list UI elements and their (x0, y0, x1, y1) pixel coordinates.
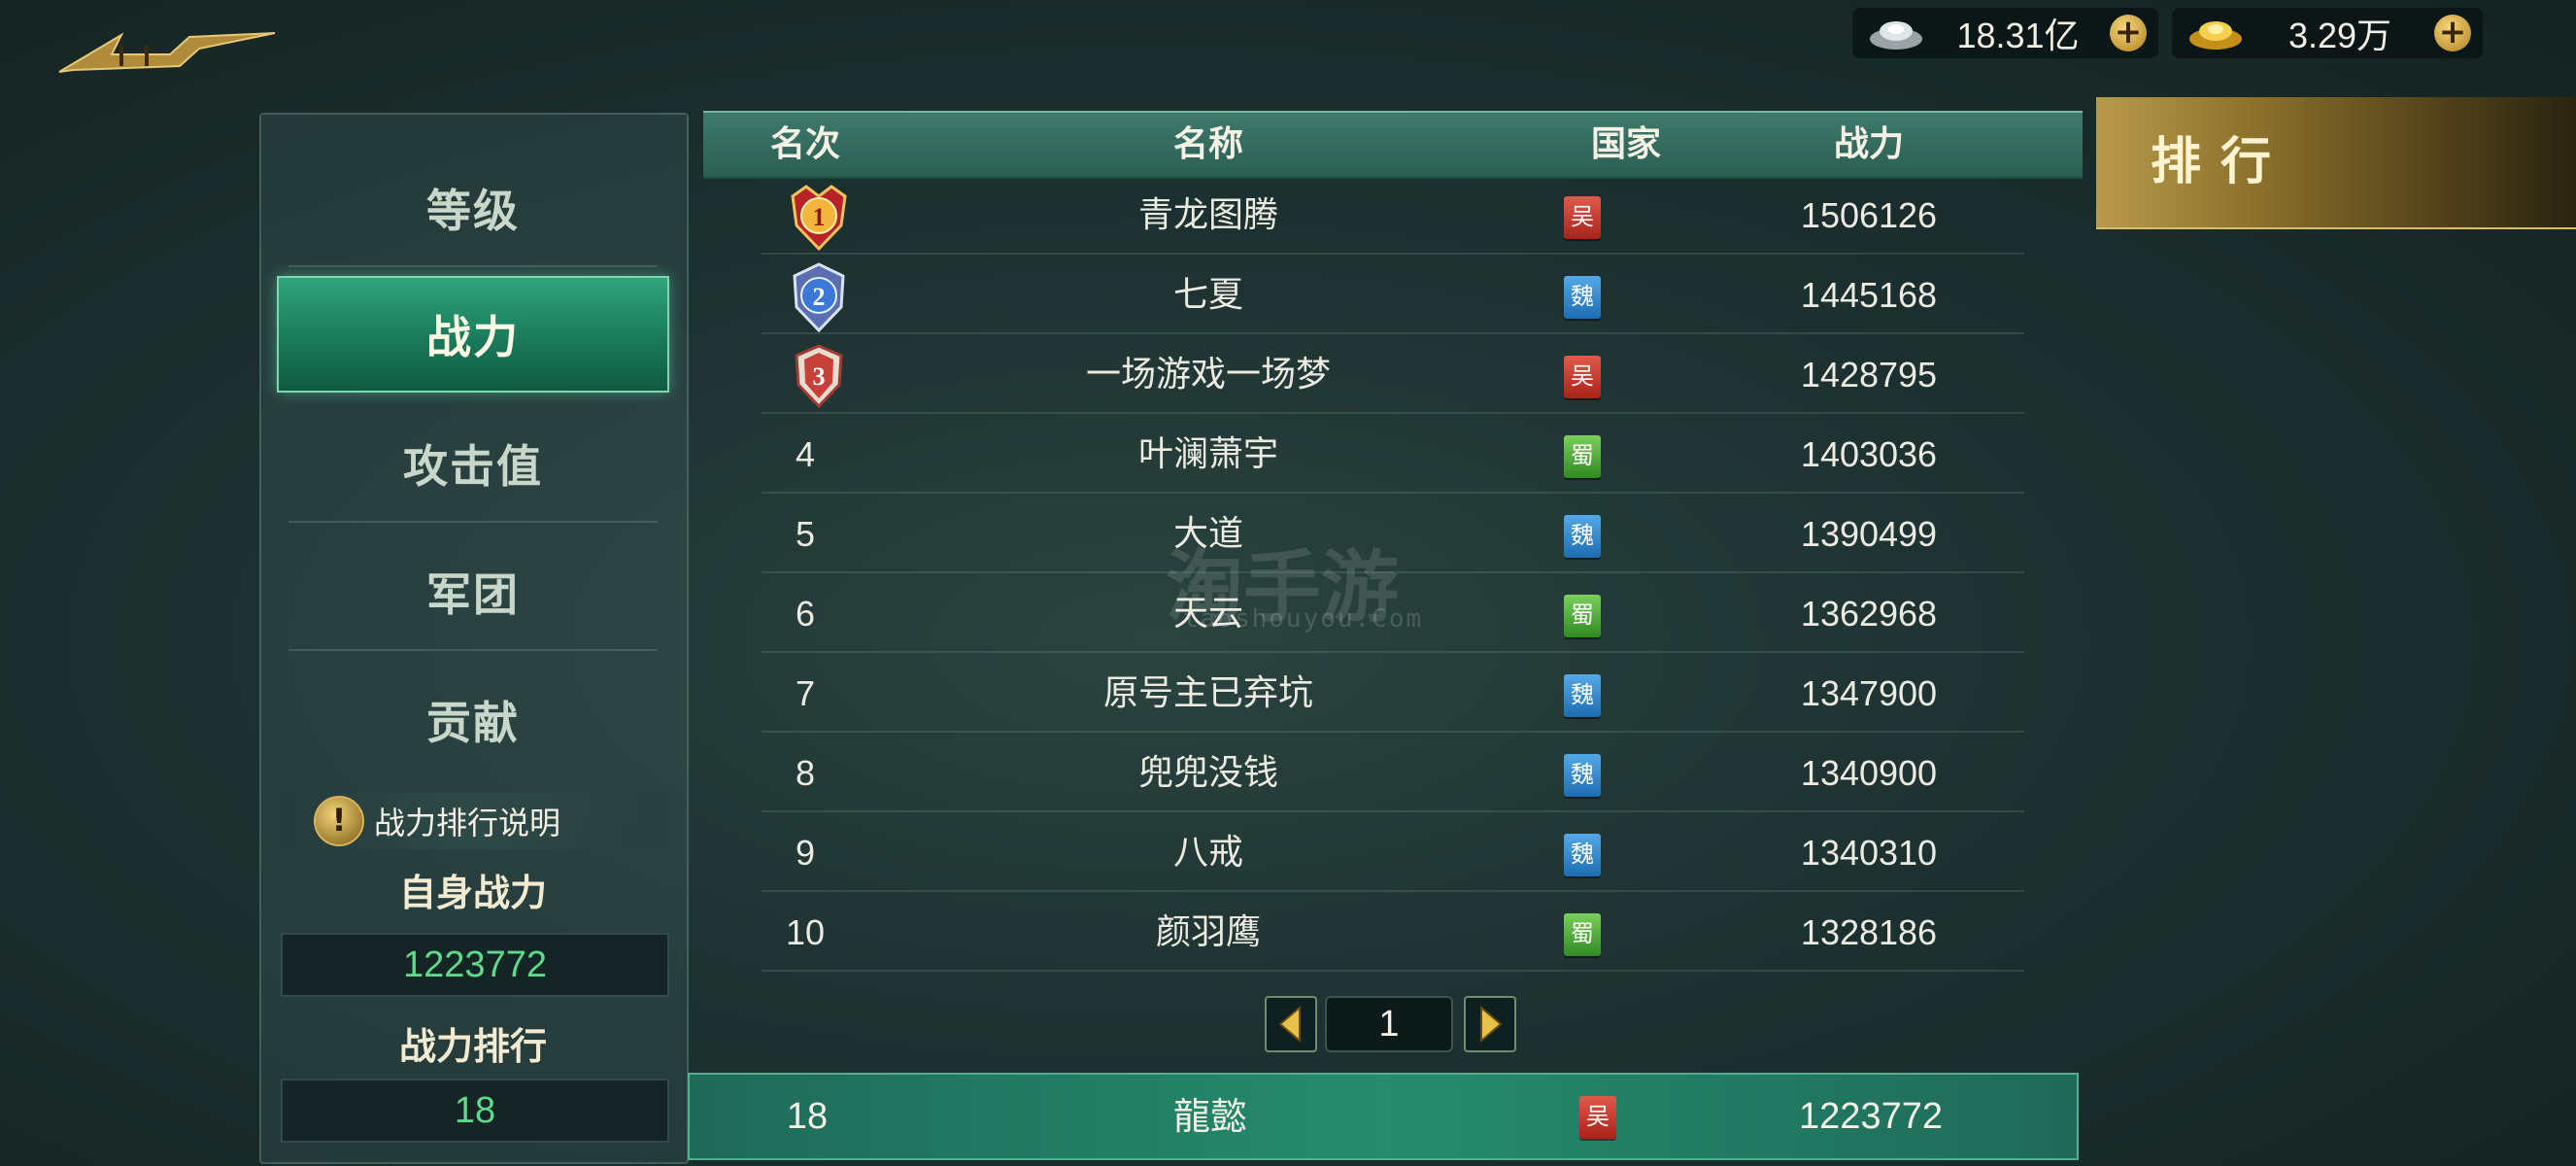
player-name: 八戒 (1172, 833, 1243, 873)
gold-ingot-icon (2189, 21, 2242, 50)
bronze-medal-icon: 3 (795, 344, 843, 409)
triangle-left-icon (1278, 1005, 1301, 1044)
country-badge: 蜀 (1564, 595, 1601, 637)
header-name: 名称 (1172, 124, 1243, 164)
table-row[interactable]: 9 八戒 魏 1340310 (703, 814, 2083, 892)
player-name: 一场游戏一场梦 (1085, 355, 1331, 394)
power-value: 1328186 (1800, 912, 1938, 952)
table-row[interactable]: 7 原号主已弃坑 魏 1347900 (703, 655, 2083, 733)
sidebar-item-level[interactable]: 等级 (279, 149, 667, 267)
rank-value: 5 (795, 514, 816, 554)
table-row[interactable]: 8 兜兜没钱 魏 1340900 (703, 735, 2083, 812)
country-badge: 魏 (1564, 754, 1601, 797)
header-country: 国家 (1590, 124, 1661, 164)
country-badge: 蜀 (1564, 913, 1601, 956)
power-value: 1403036 (1800, 434, 1938, 474)
country-badge: 吴 (1564, 196, 1601, 239)
country-badge: 魏 (1564, 276, 1601, 319)
rank-value: 8 (795, 753, 816, 793)
gold-medal-icon: 1 (791, 185, 847, 252)
table-row[interactable]: 2 七夏 魏 1445168 (703, 257, 2083, 334)
my-rank-value: 18 (786, 1096, 829, 1137)
self-rank-title: 战力排行 (398, 1024, 547, 1068)
table-row[interactable]: 10 颜羽鹰 蜀 1328186 (703, 894, 2083, 972)
power-value: 1347900 (1800, 673, 1938, 713)
back-arrow-icon[interactable] (53, 27, 282, 78)
svg-text:1: 1 (813, 203, 826, 231)
sidebar-item-contribution[interactable]: 贡献 (279, 661, 667, 779)
svg-text:3: 3 (813, 362, 826, 391)
player-name: 叶澜萧宇 (1137, 434, 1278, 474)
header-rank: 名次 (769, 124, 840, 164)
silver-medal-icon: 2 (793, 262, 845, 332)
country-badge: 魏 (1564, 515, 1601, 558)
power-value: 1445168 (1800, 275, 1938, 315)
power-value: 1506126 (1800, 195, 1938, 235)
power-value: 1428795 (1800, 355, 1938, 394)
player-name: 颜羽鹰 (1155, 912, 1261, 952)
sidebar-item-attack[interactable]: 攻击值 (279, 404, 667, 523)
country-badge: 吴 (1564, 356, 1601, 398)
header-power: 战力 (1833, 124, 1904, 164)
table-row[interactable]: 4 叶澜萧宇 蜀 1403036 (703, 416, 2083, 494)
country-badge: 蜀 (1564, 435, 1601, 478)
country-badge: 魏 (1564, 674, 1601, 717)
sidebar-item-power[interactable]: 战力 (277, 276, 669, 393)
top-bar: 18.31亿 + 3.29万 + (0, 0, 2576, 97)
rank-value: 4 (795, 434, 816, 474)
table-row[interactable]: 6 天云 蜀 1362968 (703, 575, 2083, 653)
rank-value: 6 (795, 594, 816, 634)
silver-ingot-icon (1870, 21, 1922, 50)
rank-value: 9 (795, 833, 816, 873)
country-badge: 魏 (1564, 834, 1601, 876)
svg-text:2: 2 (813, 283, 826, 311)
rank-value: 10 (785, 912, 826, 952)
self-power-title: 自身战力 (398, 871, 547, 914)
my-country-badge: 吴 (1579, 1096, 1616, 1139)
table-header: 名次 名称 国家 战力 (703, 111, 2083, 179)
prev-page-button[interactable] (1265, 996, 1317, 1052)
power-rank-info-label: 战力排行说明 (374, 805, 561, 841)
player-name: 天云 (1172, 594, 1243, 634)
player-name: 大道 (1172, 514, 1243, 554)
player-name: 兜兜没钱 (1137, 753, 1278, 793)
gold-amount: 3.29万 (2288, 16, 2392, 55)
triangle-right-icon (1480, 1005, 1503, 1044)
self-power-value: 1223772 (281, 933, 669, 997)
player-name: 七夏 (1172, 275, 1243, 315)
add-gold-button[interactable]: + (2434, 15, 2471, 51)
power-value: 1340310 (1800, 833, 1938, 873)
player-name: 青龙图腾 (1137, 195, 1278, 235)
table-row[interactable]: 5 大道 魏 1390499 (703, 496, 2083, 573)
player-name: 原号主已弃坑 (1102, 673, 1313, 713)
power-value: 1362968 (1800, 594, 1938, 634)
power-value: 1390499 (1800, 514, 1938, 554)
next-page-button[interactable] (1464, 996, 1516, 1052)
page-number: 1 (1325, 996, 1453, 1052)
category-sidebar: 等级 战力 攻击值 军团 贡献 ! 战力排行说明 自身战力 1223772 战力… (259, 113, 689, 1164)
silver-currency: 18.31亿 + (1852, 8, 2158, 58)
table-row[interactable]: 3 一场游戏一场梦 吴 1428795 (703, 336, 2083, 414)
self-rank-value: 18 (281, 1079, 669, 1143)
my-player-name: 龍懿 (1172, 1095, 1247, 1138)
table-row[interactable]: 1 青龙图腾 吴 1506126 (703, 177, 2083, 255)
ranking-panel-header: 排行 (2096, 97, 2576, 229)
exclamation-icon: ! (314, 796, 364, 846)
my-power-value: 1223772 (1799, 1096, 1943, 1137)
sidebar-item-legion[interactable]: 军团 (279, 532, 667, 651)
my-rank-row: 18 龍懿 吴 1223772 (688, 1073, 2079, 1160)
gold-currency: 3.29万 + (2172, 8, 2483, 58)
silver-amount: 18.31亿 (1956, 16, 2080, 55)
power-rank-info-button[interactable]: ! 战力排行说明 (279, 793, 667, 849)
add-silver-button[interactable]: + (2110, 15, 2147, 51)
power-value: 1340900 (1800, 753, 1938, 793)
rank-value: 7 (795, 673, 816, 713)
ranking-title: 排行 (2151, 132, 2291, 191)
